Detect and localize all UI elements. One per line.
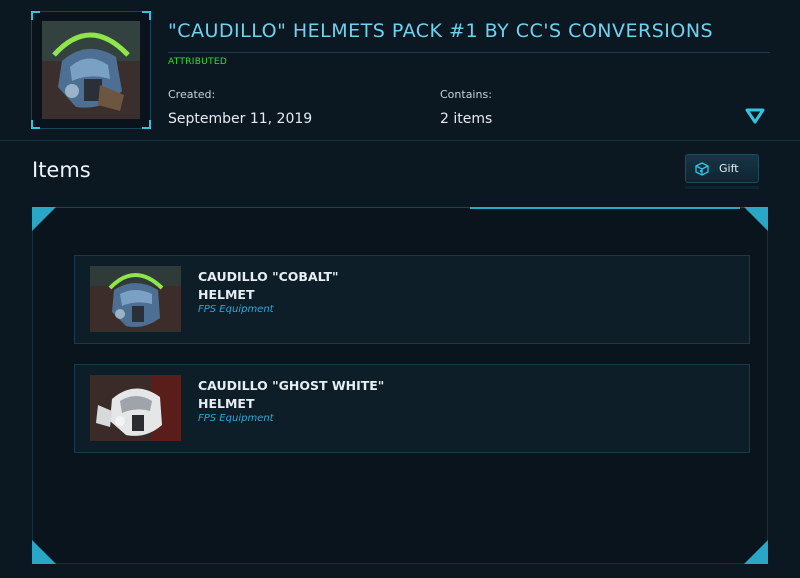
chevron-down-icon: [745, 108, 765, 124]
item-name-line2: HELMET: [198, 287, 255, 302]
item-name-line2: HELMET: [198, 396, 255, 411]
header-divider: [0, 140, 800, 141]
expand-toggle-button[interactable]: [744, 106, 766, 126]
gift-cube-icon: [695, 161, 709, 176]
item-card[interactable]: CAUDILLO "COBALT" HELMET FPS Equipment: [74, 255, 750, 344]
panel-top-accent: [470, 207, 740, 209]
item-category: FPS Equipment: [198, 304, 274, 315]
corner-bottom-left-icon: [32, 540, 56, 564]
contains-label: Contains:: [440, 88, 492, 101]
contains-value: 2 items: [440, 111, 493, 127]
gift-button-label: Gift: [719, 162, 739, 175]
item-name-line1: CAUDILLO "GHOST WHITE": [198, 378, 385, 393]
pack-thumbnail-image: [42, 21, 140, 119]
corner-bottom-right-icon: [744, 540, 768, 564]
ghost-white-helmet-image: [90, 375, 181, 441]
item-card[interactable]: CAUDILLO "GHOST WHITE" HELMET FPS Equipm…: [74, 364, 750, 453]
gift-button[interactable]: Gift: [685, 154, 759, 183]
created-value: September 11, 2019: [168, 111, 313, 127]
item-category: FPS Equipment: [198, 413, 274, 424]
item-name: CAUDILLO "COBALT" HELMET: [198, 268, 498, 304]
pack-thumbnail-frame: [31, 11, 151, 129]
cobalt-helmet-image: [90, 266, 181, 332]
created-label: Created:: [168, 88, 216, 101]
attribution-badge: ATTRIBUTED: [168, 57, 228, 67]
gift-button-underline: [685, 186, 759, 189]
pack-title: "CAUDILLO" HELMETS PACK #1 BY CC'S CONVE…: [168, 20, 714, 42]
title-divider: [168, 52, 770, 53]
corner-top-left-icon: [32, 207, 56, 231]
corner-top-right-icon: [744, 207, 768, 231]
item-name-line1: CAUDILLO "COBALT": [198, 269, 339, 284]
item-name: CAUDILLO "GHOST WHITE" HELMET: [198, 377, 498, 413]
items-heading: Items: [32, 158, 91, 182]
